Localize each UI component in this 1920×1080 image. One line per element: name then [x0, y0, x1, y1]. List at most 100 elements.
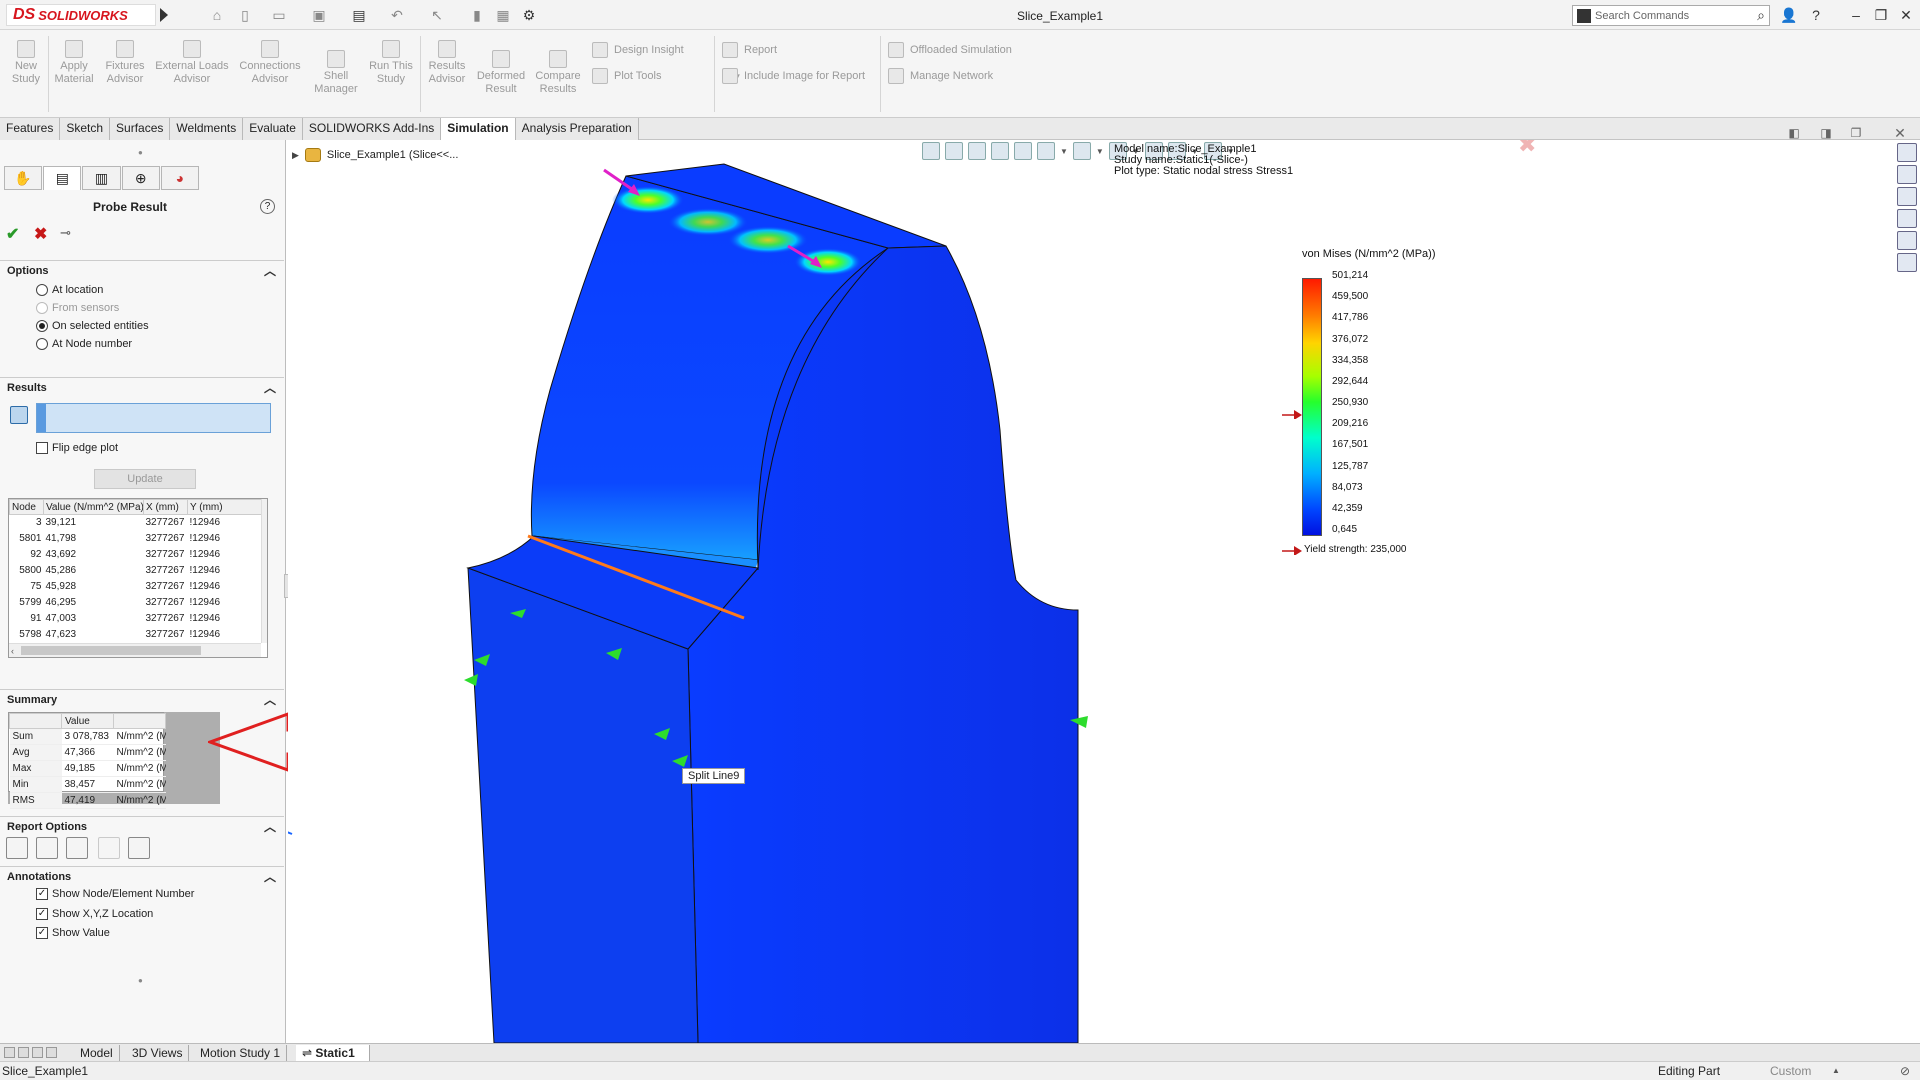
radio-at-location[interactable]: At location [36, 284, 103, 296]
tab-model[interactable]: Model [74, 1045, 120, 1061]
column-header[interactable]: Node [9, 499, 44, 515]
appearances-icon[interactable] [1897, 231, 1917, 250]
table-row[interactable]: 75 45,928 3277267 !12946 [10, 579, 262, 595]
manage-network-button[interactable]: Manage Network [888, 68, 993, 84]
close-icon[interactable]: ✕ [1895, 6, 1917, 24]
table-row[interactable]: 92 43,692 3277267 !12946 [10, 547, 262, 563]
tab-solidworks-add-ins[interactable]: SOLIDWORKS Add-Ins [302, 118, 442, 140]
apply-material-button[interactable]: Apply Material [52, 40, 96, 86]
graphics-area[interactable]: ▶ Slice_Example1 (Slice<<... ▼ ▼ ▼ ▼ ▼ M… [288, 140, 1920, 1043]
options-gear-icon[interactable]: ⚙ [520, 6, 538, 24]
pin-icon[interactable]: ⊸ [60, 225, 71, 241]
report-options-section-header[interactable]: Report Options ︿ [0, 816, 284, 836]
table-row[interactable]: 5801 41,798 3277267 !12946 [10, 531, 262, 547]
first-tab-icon[interactable] [4, 1047, 15, 1058]
viewport-minimize-icon[interactable]: ◨ [1818, 126, 1834, 140]
show-node-element-number-checkbox[interactable]: ✓ Show Node/Element Number [36, 888, 194, 900]
tab-sketch[interactable]: Sketch [60, 118, 111, 140]
summary-section-header[interactable]: Summary ︿ [0, 689, 284, 709]
units-dropdown-arrow-icon[interactable]: ▲ [1832, 1062, 1840, 1080]
panel-grip-icon[interactable]: ● [138, 148, 143, 157]
open-folder-icon[interactable]: ▭ [270, 6, 288, 24]
dimxpert-tab-icon[interactable]: ⊕ [121, 166, 160, 190]
radio-button[interactable] [36, 338, 48, 350]
solidworks-logo[interactable]: DS SOLIDWORKS [6, 4, 156, 26]
stress-color-scale[interactable] [1302, 278, 1322, 536]
solidworks-resources-icon[interactable] [1897, 143, 1917, 162]
minimize-icon[interactable]: – [1845, 6, 1867, 24]
plot-tools-button[interactable]: Plot Tools ▼ [592, 68, 741, 84]
search-scope-icon[interactable] [1577, 8, 1591, 23]
external-loads-advisor-button[interactable]: External Loads Advisor [152, 40, 232, 86]
tab-surfaces[interactable]: Surfaces [110, 118, 171, 140]
tab-simulation[interactable]: Simulation [441, 118, 516, 140]
results-advisor-button[interactable]: Results Advisor [422, 40, 472, 86]
tab-3d-views[interactable]: 3D Views [126, 1045, 190, 1061]
shell-manager-button[interactable]: Shell Manager [310, 50, 362, 96]
collapse-chevron-icon[interactable]: ︿ [264, 261, 276, 281]
report-button[interactable]: Report [722, 42, 777, 58]
tab-static1[interactable]: ⇌ Static1 [296, 1045, 370, 1061]
connections-advisor-button[interactable]: Connections Advisor [234, 40, 306, 86]
tab-motion-study-1[interactable]: Motion Study 1 [194, 1045, 288, 1061]
ok-checkmark-icon[interactable]: ✔ [6, 224, 19, 244]
table-row[interactable]: 5799 46,295 3277267 !12946 [10, 595, 262, 611]
collapse-chevron-icon[interactable]: ︿ [264, 817, 276, 837]
select-arrow-icon[interactable]: ↖ [428, 6, 446, 24]
compare-results-button[interactable]: Compare Results [532, 50, 584, 96]
design-insight-button[interactable]: Design Insight [592, 42, 684, 58]
scroll-thumb[interactable] [21, 646, 201, 655]
restore-icon[interactable]: ❐ [1870, 6, 1892, 24]
checkbox-checked[interactable]: ✓ [36, 908, 48, 920]
fixtures-advisor-button[interactable]: Fixtures Advisor [100, 40, 150, 86]
search-icon[interactable]: ⌕ [1757, 7, 1765, 24]
scroll-left-icon[interactable]: ‹ [11, 646, 14, 656]
checkbox[interactable] [36, 442, 48, 454]
radio-button[interactable] [36, 320, 48, 332]
checkbox-checked[interactable]: ✓ [36, 927, 48, 939]
horizontal-scrollbar[interactable]: ‹ [9, 643, 261, 657]
plot-graph-icon[interactable] [66, 837, 88, 859]
response-graph-icon[interactable] [98, 837, 120, 859]
tab-weldments[interactable]: Weldments [170, 118, 244, 140]
radio-on-selected-entities[interactable]: On selected entities [36, 320, 149, 332]
table-row[interactable]: 5800 45,286 3277267 !12946 [10, 563, 262, 579]
column-header[interactable]: Value (N/mm^2 (MPa)) [43, 499, 144, 515]
configuration-manager-tab-icon[interactable]: ▥ [82, 166, 121, 190]
save-as-sensor-icon[interactable] [36, 837, 58, 859]
flip-edge-plot-checkbox[interactable]: Flip edge plot [36, 442, 118, 454]
tab-evaluate[interactable]: Evaluate [243, 118, 303, 140]
search-commands-field[interactable]: Search Commands ⌕ [1572, 5, 1770, 26]
run-this-study-button[interactable]: Run This Study [366, 40, 416, 86]
collapse-chevron-icon[interactable]: ︿ [264, 690, 276, 710]
checkbox-checked[interactable]: ✓ [36, 888, 48, 900]
cancel-x-icon[interactable]: ✖ [34, 224, 47, 244]
design-library-icon[interactable] [1897, 165, 1917, 184]
viewport-restore-icon[interactable]: ❐ [1848, 126, 1864, 140]
export-image-icon[interactable] [128, 837, 150, 859]
update-button[interactable]: Update [94, 469, 196, 489]
table-row[interactable]: 3 39,121 3277267 !12946 [10, 515, 262, 531]
new-study-button[interactable]: New Study [6, 40, 46, 86]
stress-plot-3d-model[interactable] [288, 140, 1920, 1043]
status-units[interactable]: Custom [1770, 1062, 1811, 1080]
options-section-header[interactable]: Options ︿ [0, 260, 284, 280]
home-icon[interactable]: ⌂ [208, 6, 226, 24]
prev-tab-icon[interactable] [18, 1047, 29, 1058]
tab-features[interactable]: Features [0, 118, 61, 140]
viewport-split-icon[interactable]: ◧ [1786, 126, 1802, 140]
last-tab-icon[interactable] [46, 1047, 57, 1058]
file-explorer-icon[interactable] [1897, 187, 1917, 206]
help-icon[interactable]: ? [260, 199, 275, 214]
show-xyz-location-checkbox[interactable]: ✓ Show X,Y,Z Location [36, 908, 153, 920]
vertical-scrollbar[interactable] [261, 499, 267, 643]
display-manager-tab-icon[interactable]: ◕ [160, 166, 200, 190]
status-help-icon[interactable]: ⊘ [1900, 1062, 1910, 1080]
user-icon[interactable]: 👤 [1778, 6, 1800, 24]
annotations-section-header[interactable]: Annotations ︿ [0, 866, 284, 886]
show-value-checkbox[interactable]: ✓ Show Value [36, 927, 110, 939]
feature-manager-tab-icon[interactable]: ✋ [4, 166, 43, 190]
help-icon[interactable]: ? [1805, 6, 1827, 24]
column-header[interactable]: Y (mm) [187, 499, 262, 515]
next-tab-icon[interactable] [32, 1047, 43, 1058]
